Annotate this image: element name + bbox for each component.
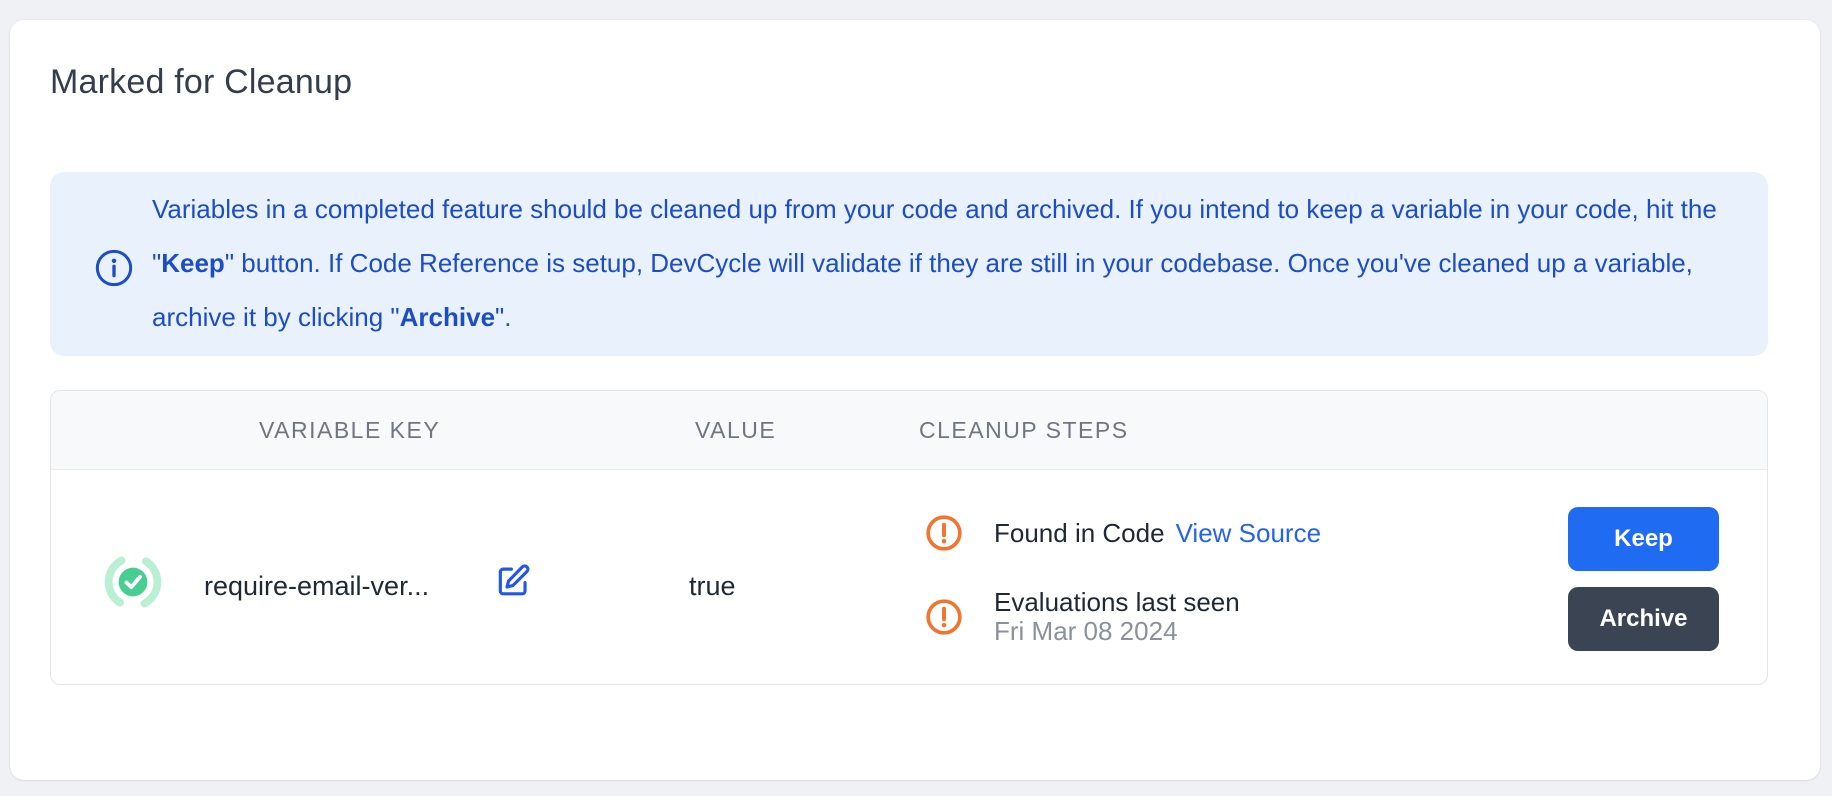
cleanup-step-text: Found in Code View Source: [994, 518, 1321, 548]
info-icon: [94, 248, 134, 288]
info-banner-text: Variables in a completed feature should …: [152, 182, 1740, 344]
edit-pencil-icon[interactable]: [494, 562, 532, 600]
cleanup-step-text: Evaluations last seen Fri Mar 08 2024: [994, 588, 1240, 646]
banner-bold-keep: Keep: [161, 248, 225, 278]
variable-key: require-email-ver...: [204, 567, 429, 605]
marked-for-cleanup-card: Marked for Cleanup Variables in a comple…: [10, 20, 1820, 780]
keep-button[interactable]: Keep: [1568, 507, 1719, 571]
step-label: Evaluations last seen: [994, 588, 1240, 617]
warning-circle-icon: [925, 598, 963, 636]
cleanup-step-found-in-code: Found in Code View Source: [925, 514, 1321, 552]
step-label: Found in Code: [994, 518, 1165, 548]
cleanup-step-evaluations: Evaluations last seen Fri Mar 08 2024: [925, 588, 1321, 646]
step-date: Fri Mar 08 2024: [994, 617, 1240, 646]
view-source-link[interactable]: View Source: [1176, 518, 1322, 548]
cleanup-table: VARIABLE KEY VALUE CLEANUP STEPS require…: [50, 390, 1768, 685]
variable-status-complete-icon: [103, 552, 163, 612]
variable-value: true: [689, 567, 736, 605]
banner-bold-archive: Archive: [400, 302, 495, 332]
table-header-row: VARIABLE KEY VALUE CLEANUP STEPS: [51, 391, 1767, 470]
info-banner: Variables in a completed feature should …: [50, 172, 1768, 356]
banner-text-part2: " button. If Code Reference is setup, De…: [152, 248, 1693, 332]
table-row: require-email-ver... true: [51, 470, 1767, 685]
col-header-value: VALUE: [695, 391, 776, 469]
cleanup-steps: Found in Code View Source Evaluations la…: [925, 514, 1321, 646]
page-title: Marked for Cleanup: [50, 62, 352, 102]
col-header-cleanup-steps: CLEANUP STEPS: [919, 391, 1129, 469]
banner-text-part3: ".: [495, 302, 511, 332]
col-header-variable-key: VARIABLE KEY: [259, 391, 440, 469]
warning-circle-icon: [925, 514, 963, 552]
archive-button[interactable]: Archive: [1568, 587, 1719, 651]
